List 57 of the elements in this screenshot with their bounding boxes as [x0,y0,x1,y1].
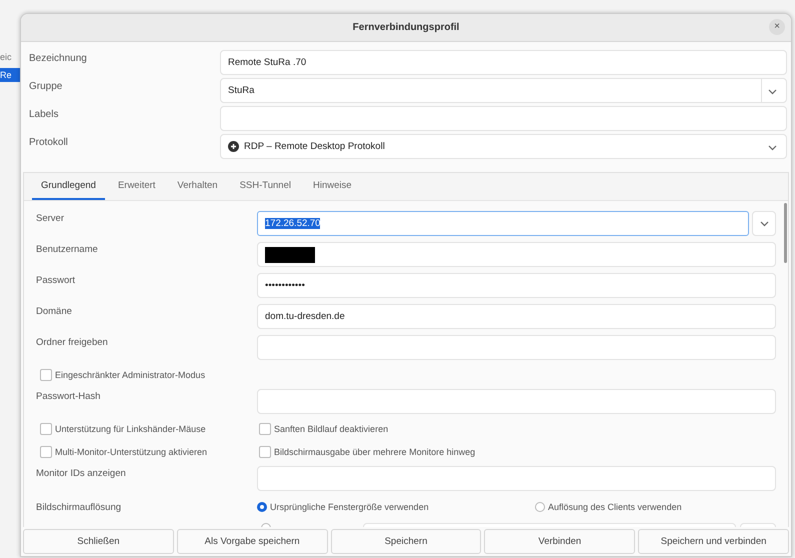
field-label: Bildschirmauflösung [36,502,122,512]
field-label: Domäne [36,305,73,319]
checkbox[interactable] [40,446,52,458]
chevron-down-icon [760,220,768,226]
radio-button[interactable] [257,502,267,512]
close-button[interactable]: × [769,19,785,35]
field-label: Gruppe [29,80,64,94]
text-field[interactable] [257,335,776,360]
dialog-button[interactable]: Verbinden [484,529,636,554]
dropdown-button[interactable] [752,211,776,236]
chevron-down-icon [768,89,777,95]
field-label: Passwort-Hash [36,390,102,404]
redaction-bar [265,246,315,262]
radio-label: Auflösung des Clients verwenden [548,502,682,512]
scrollbar[interactable] [784,203,787,263]
text-field[interactable] [257,242,776,267]
tab[interactable]: Verhalten [168,173,227,200]
combo-field[interactable]: StuRa [220,78,787,103]
radio-button[interactable] [535,502,545,512]
tab[interactable]: SSH-Tunnel [230,173,300,200]
radio-label: Ursprüngliche Fenstergröße verwenden [270,502,429,512]
field-label: Protokoll [29,136,69,150]
dialog-button[interactable]: Schließen [23,529,174,554]
checkbox[interactable] [40,422,52,434]
dialog-button[interactable]: Speichern [330,529,482,554]
list-item[interactable]: Re [0,68,22,82]
checkbox-label: Multi-Monitor-Unterstützung aktivieren [55,446,208,456]
chevron-down-icon [768,145,777,151]
tab[interactable]: Erweitert [108,173,164,200]
text-field[interactable]: dom.tu-dresden.de [257,304,776,329]
window-title: Fernverbindungsprofil [352,22,460,33]
field-label: Passwort [36,274,76,288]
field-label: Benutzername [36,243,99,257]
tab[interactable]: Hinweise [304,173,361,200]
field-label: Server [36,212,65,226]
text-field[interactable] [257,389,776,414]
dialog-button[interactable]: Als Vorgabe speichern [176,529,328,554]
checkbox[interactable] [40,368,52,380]
protocol-dropdown[interactable]: RDP – Remote Desktop Protokoll [220,134,787,159]
field-label: Monitor IDs anzeigen [36,467,127,481]
checkbox-label: Sanften Bildlauf deaktivieren [274,424,388,434]
field-label: Labels [29,108,60,122]
text-field[interactable] [220,106,787,131]
field-label: Bezeichnung [29,52,88,66]
field-label: Ordner freigeben [36,336,109,350]
text-field[interactable]: Remote StuRa .70 [220,50,787,75]
checkbox-label: Bildschirmausgabe über mehrere Monitore hinweg [274,446,476,456]
text-field[interactable] [257,466,776,491]
list-item[interactable]: eic [0,50,22,64]
checkbox[interactable] [259,446,271,458]
checkbox-label: Eingeschränkter Administrator-Modus [55,370,206,380]
text-field[interactable]: 172.26.52.70 [257,211,749,236]
checkbox-label: Unterstützung für Linkshänder-Mäuse [55,424,206,434]
text-field[interactable]: •••••••••••• [257,273,776,298]
checkbox[interactable] [259,422,271,434]
dialog-button[interactable]: Speichern und verbinden [638,529,789,554]
tab[interactable]: Grundlegend [32,173,105,200]
